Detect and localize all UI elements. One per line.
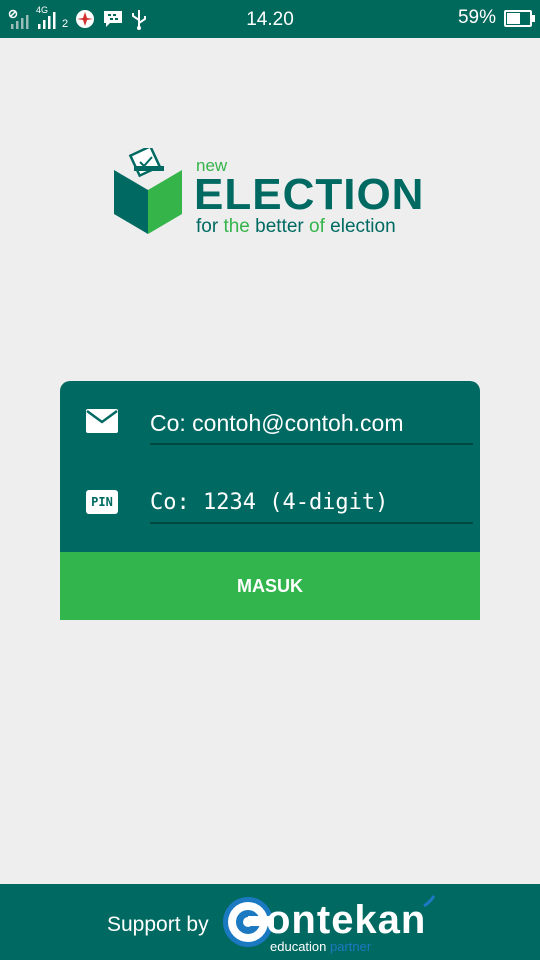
login-button[interactable]: MASUK [60, 552, 480, 620]
battery-level [507, 12, 520, 24]
logo-tagline: for the better of election [196, 216, 396, 238]
email-input[interactable]: Co: contoh@contoh.com [150, 405, 473, 445]
pin-input[interactable]: Co: 1234 (4-digit) [150, 484, 473, 524]
battery-icon [504, 9, 535, 27]
pin-icon-label: PIN [91, 495, 113, 509]
ballot-box-icon [114, 148, 182, 234]
election-logo: new ELECTION for the better of election [112, 148, 432, 240]
brand-name: ontekan [266, 898, 427, 942]
tagline-part-highlight: the [223, 216, 250, 237]
brand-sub-text: education [270, 939, 327, 954]
logo-title: ELECTION [194, 170, 425, 219]
status-bar: 4G 2 14.20 59% [0, 0, 540, 38]
tagline-part-highlight: of [309, 216, 325, 237]
tagline-part: for [196, 216, 224, 237]
tagline-part: better [249, 216, 310, 237]
contekan-logo[interactable]: ontekan education partner [222, 894, 442, 954]
brand-subtitle: education partner [270, 939, 371, 954]
email-icon [86, 409, 118, 433]
battery-percent: 59% [457, 7, 496, 28]
login-card: Co: contoh@contoh.com PIN Co: 1234 (4-di… [60, 381, 480, 620]
pin-row: PIN Co: 1234 (4-digit) [60, 473, 480, 543]
tagline-part: election [324, 216, 396, 237]
brand-swoosh-icon [423, 895, 436, 908]
support-label: Support by [107, 913, 209, 936]
brand-sub-highlight: partner [330, 939, 372, 954]
footer: Support by ontekan education partner [0, 884, 540, 960]
email-row: Co: contoh@contoh.com [60, 393, 480, 463]
pin-icon: PIN [86, 490, 118, 514]
